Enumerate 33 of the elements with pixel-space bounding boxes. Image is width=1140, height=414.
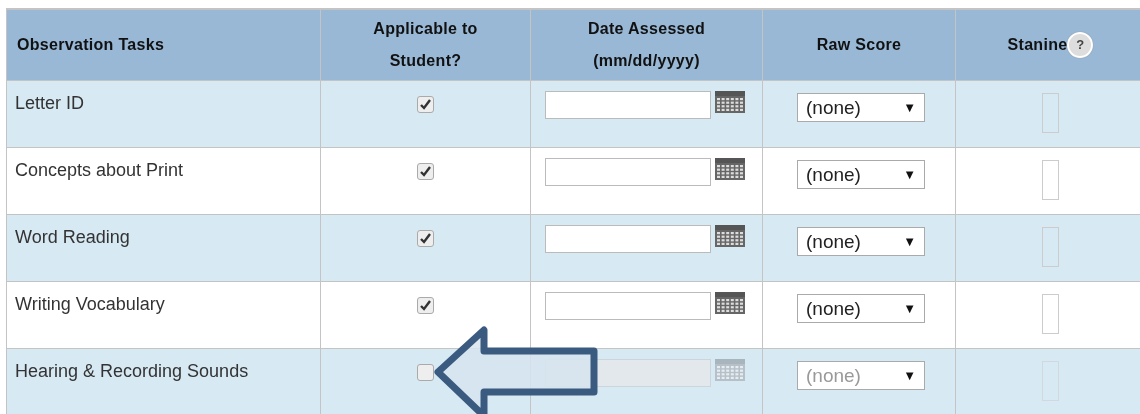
task-name: Word Reading bbox=[15, 227, 130, 248]
stanine-field bbox=[1042, 160, 1059, 200]
task-name: Hearing & Recording Sounds bbox=[15, 361, 249, 382]
checkbox[interactable] bbox=[417, 96, 434, 113]
help-icon[interactable]: ? bbox=[1067, 32, 1094, 58]
task-name: Writing Vocabulary bbox=[15, 294, 165, 315]
column-header: Raw Score bbox=[762, 9, 956, 81]
date-field[interactable] bbox=[545, 292, 711, 320]
raw-score-dropdown[interactable]: (none) ▼ bbox=[797, 361, 925, 390]
raw-score-dropdown[interactable]: (none) ▼ bbox=[797, 160, 925, 189]
raw-score-dropdown[interactable]: (none) ▼ bbox=[797, 227, 925, 256]
date-field[interactable] bbox=[545, 158, 711, 186]
stanine-field bbox=[1042, 93, 1059, 133]
raw-score-dropdown[interactable]: (none) ▼ bbox=[797, 294, 925, 323]
stanine-field bbox=[1042, 227, 1059, 267]
checkbox[interactable] bbox=[417, 364, 434, 381]
column-header: Date Assessed (mm/dd/yyyy) bbox=[530, 9, 763, 81]
calendar-icon[interactable] bbox=[715, 158, 745, 180]
raw-score-dropdown[interactable]: (none) ▼ bbox=[797, 93, 925, 122]
calendar-icon[interactable] bbox=[715, 91, 745, 113]
column-header: Stanine bbox=[1007, 35, 1068, 55]
calendar-icon[interactable] bbox=[715, 292, 745, 314]
task-name: Letter ID bbox=[15, 93, 85, 114]
calendar-icon[interactable] bbox=[715, 225, 745, 247]
checkbox[interactable] bbox=[417, 297, 434, 314]
column-header: Applicable to Student? bbox=[372, 19, 479, 71]
checkbox[interactable] bbox=[417, 163, 434, 180]
date-field[interactable] bbox=[545, 91, 711, 119]
checkbox[interactable] bbox=[417, 230, 434, 247]
task-name: Concepts about Print bbox=[15, 160, 184, 181]
stanine-field bbox=[1042, 294, 1059, 334]
date-field[interactable] bbox=[545, 225, 711, 253]
column-header: Observation Tasks bbox=[6, 9, 321, 81]
